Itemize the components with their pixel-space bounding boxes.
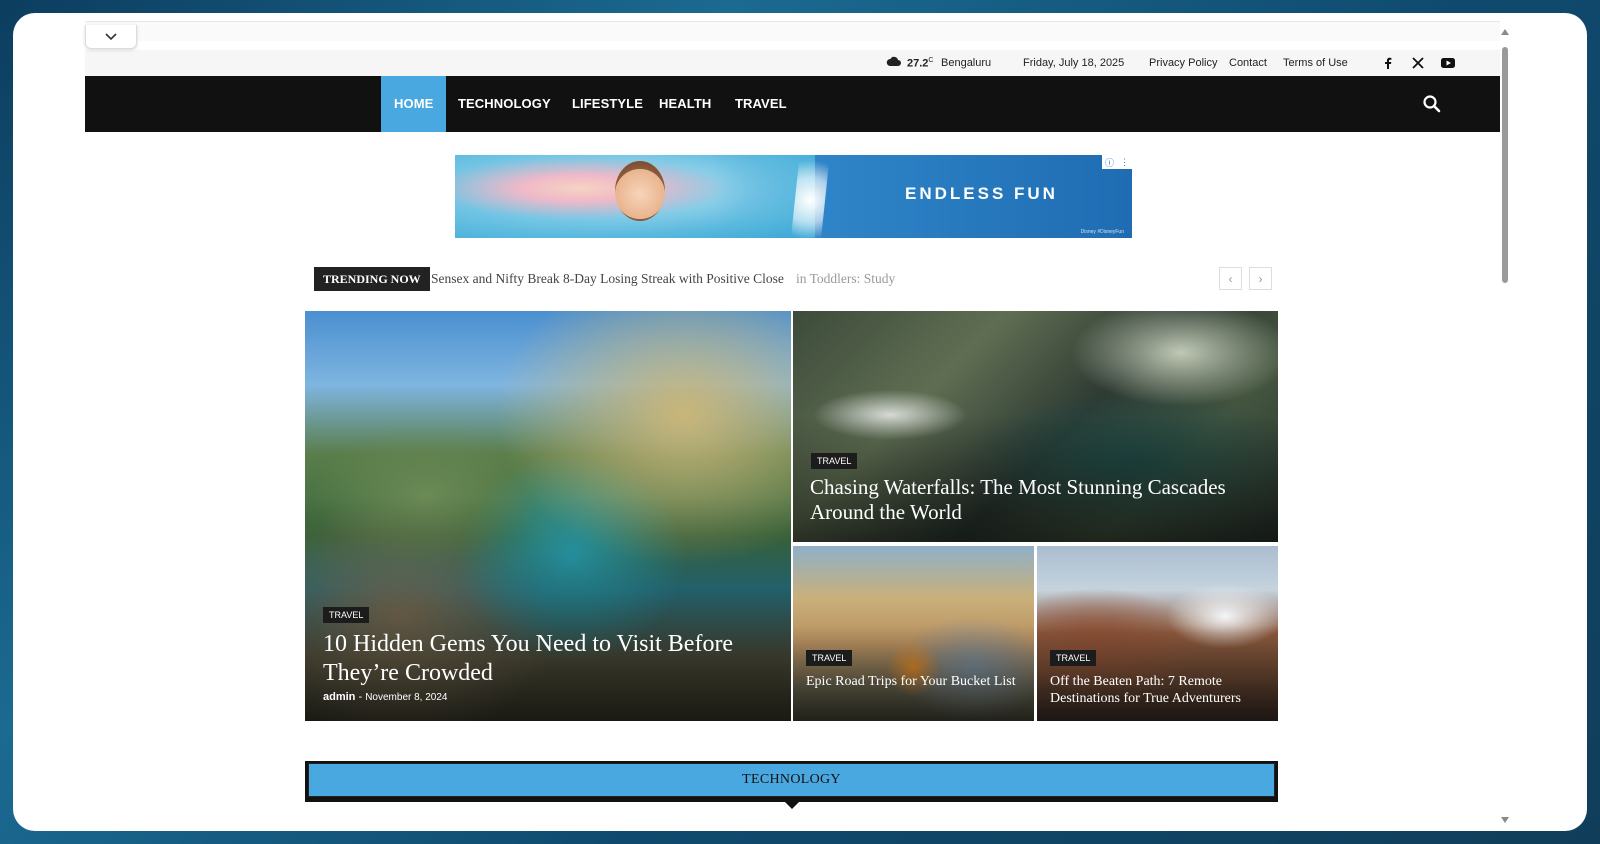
- temperature-value: 27.2: [907, 57, 929, 70]
- scroll-up-arrow[interactable]: [1501, 29, 1509, 35]
- current-date: Friday, July 18, 2025: [1023, 57, 1125, 69]
- weather-city: Bengaluru: [941, 57, 992, 69]
- weather-temperature: 27.2C: [907, 57, 933, 70]
- meta-separator: -: [358, 691, 363, 703]
- trending-ticker: TRENDING NOW Sensex and Nifty Break 8-Da…: [314, 267, 1272, 291]
- author-name[interactable]: admin: [323, 691, 355, 703]
- search-icon[interactable]: [1422, 94, 1442, 114]
- ad-brand: Disney #DisneyFun: [1080, 229, 1124, 235]
- contact-link[interactable]: Contact: [1229, 57, 1267, 69]
- chevron-down-icon: [105, 32, 117, 40]
- article-date: November 8, 2024: [365, 692, 448, 703]
- nav-item-travel[interactable]: TRAVEL: [735, 76, 787, 132]
- article-title[interactable]: Epic Road Trips for Your Bucket List: [806, 674, 1021, 691]
- more-options-icon[interactable]: ⋮: [1120, 157, 1129, 168]
- nav-item-health[interactable]: HEALTH: [659, 76, 711, 132]
- category-tag[interactable]: TRAVEL: [323, 607, 370, 623]
- nav-item-lifestyle[interactable]: LIFESTYLE: [572, 76, 643, 132]
- trending-headline[interactable]: Sensex and Nifty Break 8-Day Losing Stre…: [431, 271, 784, 287]
- main-navigation: HOME TECHNOLOGY LIFESTYLE HEALTH TRAVEL: [85, 76, 1500, 132]
- featured-card-top-right[interactable]: TRAVEL Chasing Waterfalls: The Most Stun…: [793, 311, 1278, 542]
- featured-card-bottom-right[interactable]: TRAVEL Off the Beaten Path: 7 Remote Des…: [1037, 546, 1278, 721]
- web-page: 27.2C Bengaluru Friday, July 18, 2025 Pr…: [85, 21, 1500, 831]
- collapse-toggle[interactable]: [85, 25, 137, 49]
- browser-window: 27.2C Bengaluru Friday, July 18, 2025 Pr…: [13, 13, 1587, 831]
- ad-info-icons[interactable]: ⓘ ⋮: [1102, 155, 1132, 169]
- article-title[interactable]: 10 Hidden Gems You Need to Visit Before …: [323, 630, 773, 688]
- advertisement-banner[interactable]: ENDLESS FUN ⓘ ⋮ Disney #DisneyFun: [455, 155, 1132, 238]
- cloud-icon: [886, 55, 902, 70]
- trending-headline-fading: in Toddlers: Study: [796, 271, 896, 286]
- category-tag[interactable]: TRAVEL: [806, 650, 853, 666]
- ad-headline: ENDLESS FUN: [905, 184, 1058, 203]
- temperature-unit: C: [928, 57, 934, 64]
- article-title[interactable]: Off the Beaten Path: 7 Remote Destinatio…: [1050, 674, 1270, 708]
- x-icon[interactable]: [1410, 56, 1426, 70]
- section-title[interactable]: TECHNOLOGY: [308, 763, 1275, 797]
- featured-card-large[interactable]: TRAVEL 10 Hidden Gems You Need to Visit …: [305, 311, 791, 721]
- youtube-icon[interactable]: [1440, 56, 1456, 70]
- article-meta: admin - November 8, 2024: [323, 691, 447, 703]
- nav-item-home[interactable]: HOME: [381, 76, 447, 132]
- info-icon[interactable]: ⓘ: [1105, 156, 1114, 169]
- article-title[interactable]: Chasing Waterfalls: The Most Stunning Ca…: [810, 475, 1265, 525]
- trending-next-button[interactable]: ›: [1249, 267, 1272, 290]
- privacy-policy-link[interactable]: Privacy Policy: [1149, 57, 1217, 69]
- section-header: TECHNOLOGY: [305, 761, 1278, 802]
- tab-strip: [85, 21, 1500, 41]
- section-pointer: [785, 802, 799, 809]
- facebook-icon[interactable]: [1380, 56, 1396, 70]
- ad-child-image: [615, 161, 665, 221]
- nav-item-technology[interactable]: TECHNOLOGY: [458, 76, 551, 132]
- vertical-scrollbar[interactable]: [1500, 27, 1510, 825]
- trending-prev-button[interactable]: ‹: [1219, 267, 1242, 290]
- scroll-thumb[interactable]: [1502, 47, 1508, 283]
- trending-label: TRENDING NOW: [314, 267, 430, 291]
- top-bar: 27.2C Bengaluru Friday, July 18, 2025 Pr…: [85, 50, 1500, 76]
- terms-of-use-link[interactable]: Terms of Use: [1283, 57, 1348, 69]
- category-tag[interactable]: TRAVEL: [1050, 650, 1097, 666]
- scroll-down-arrow[interactable]: [1501, 817, 1509, 823]
- featured-card-bottom-left[interactable]: TRAVEL Epic Road Trips for Your Bucket L…: [793, 546, 1034, 721]
- category-tag[interactable]: TRAVEL: [811, 453, 858, 469]
